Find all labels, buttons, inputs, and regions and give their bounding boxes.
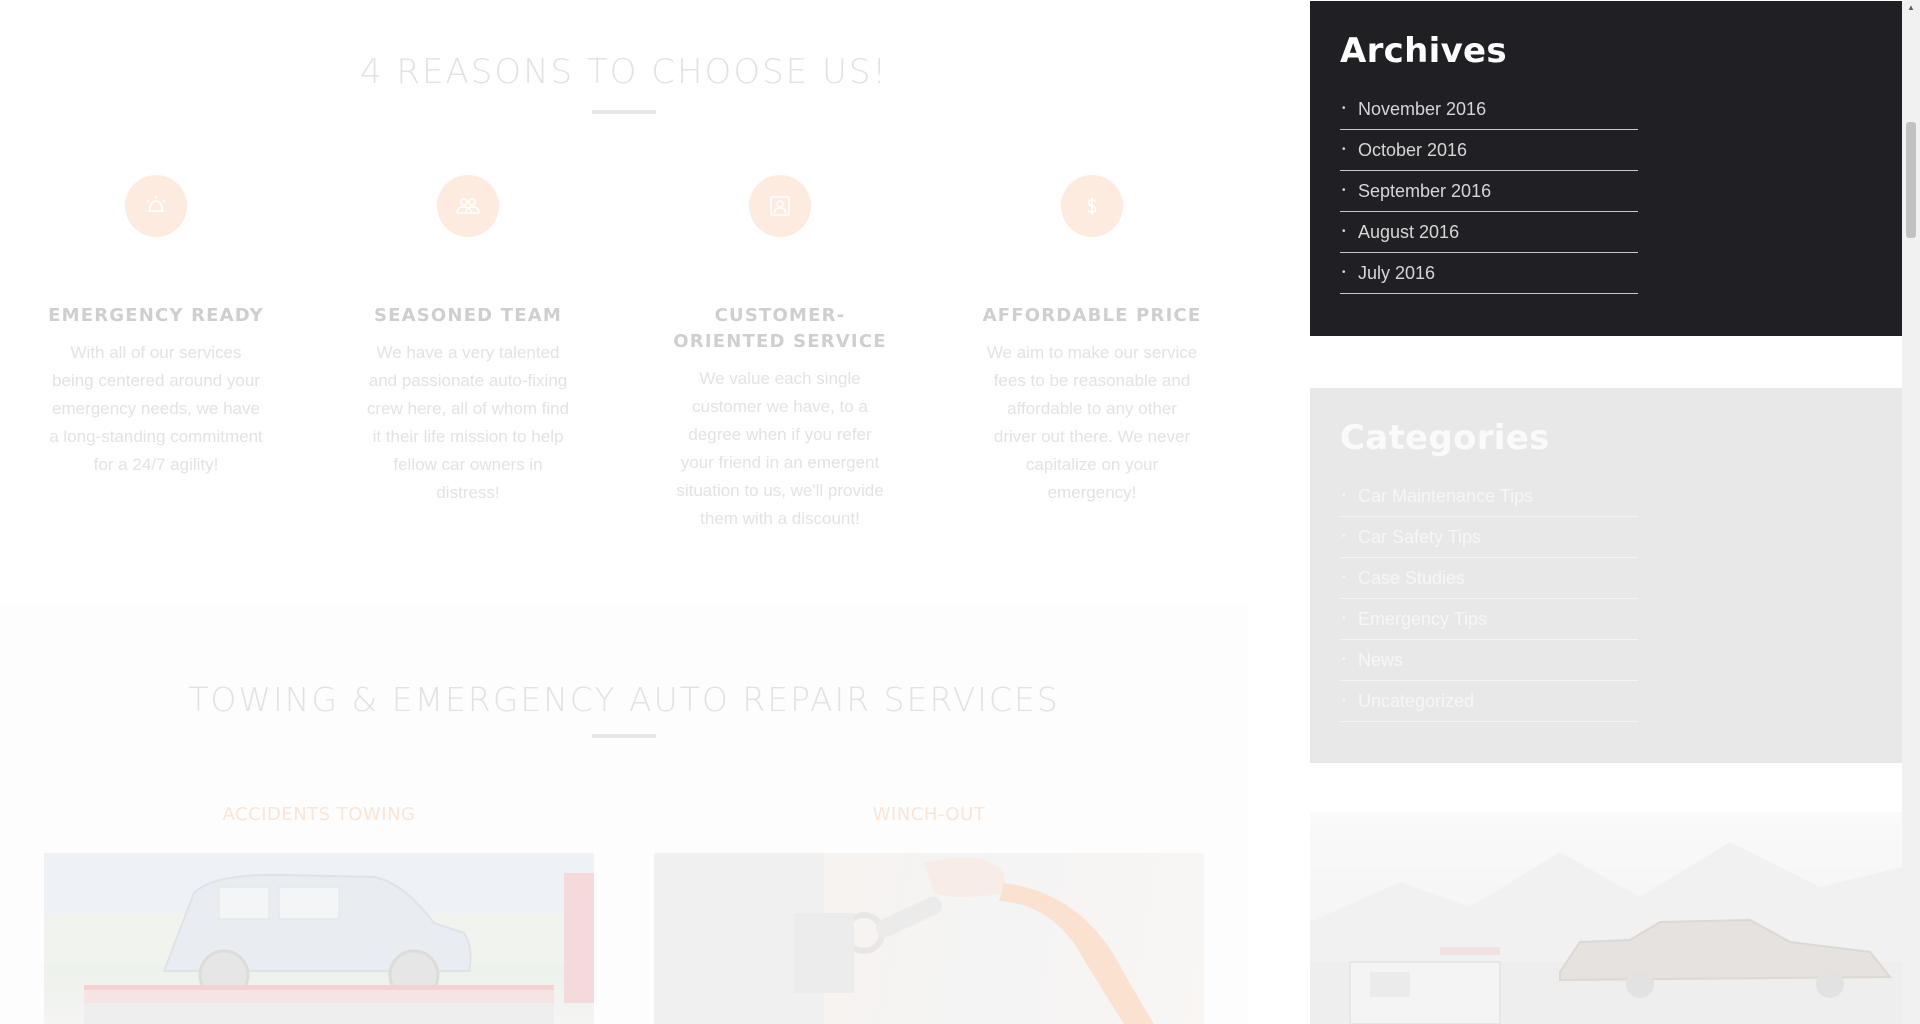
category-link[interactable]: • Car Maintenance Tips — [1340, 476, 1638, 517]
archive-link-label[interactable]: August 2016 — [1358, 222, 1459, 242]
service-link-winch-out[interactable]: WINCH-OUT — [654, 804, 1204, 825]
archive-link-label[interactable]: November 2016 — [1358, 99, 1486, 119]
tow-truck-banner-image[interactable] — [1310, 812, 1902, 1024]
reason-description: With all of our services being centered … — [49, 343, 263, 474]
scroll-up-arrow-icon[interactable]: ▲ — [1902, 0, 1920, 14]
category-link-label[interactable]: Uncategorized — [1358, 691, 1474, 711]
category-link-label[interactable]: Car Safety Tips — [1358, 527, 1481, 547]
reason-description: We have a very talented and passionate a… — [366, 343, 570, 502]
reason-card-emergency: EMERGENCY READY With all of our services… — [43, 175, 269, 479]
reason-title: SEASONED TEAM — [373, 305, 563, 326]
reasons-heading: 4 REASONS TO CHOOSE US! — [359, 52, 889, 92]
sidebar: Archives • November 2016 • October 2016 • S… — [1310, 0, 1902, 1024]
accidents-towing-image[interactable] — [44, 853, 594, 1024]
archives-widget: Archives • November 2016 • October 2016 • S… — [1310, 1, 1902, 336]
archives-title: Archives — [1340, 31, 1507, 71]
archive-link[interactable]: • October 2016 — [1340, 130, 1638, 171]
category-link[interactable]: • Uncategorized — [1340, 681, 1638, 722]
category-link-label[interactable]: Case Studies — [1358, 568, 1465, 588]
reason-title: EMERGENCY READY — [48, 305, 264, 326]
team-icon — [437, 175, 499, 237]
scrollbar-thumb[interactable] — [1906, 122, 1916, 238]
reason-title: AFFORDABLE PRICE — [982, 305, 1202, 326]
archive-link-label[interactable]: October 2016 — [1358, 140, 1467, 160]
customer-profile-icon — [749, 175, 811, 237]
archive-link[interactable]: • August 2016 — [1340, 212, 1638, 253]
bullet-icon: • — [1342, 654, 1346, 665]
archive-link[interactable]: • July 2016 — [1340, 253, 1638, 294]
reason-title: CUSTOMER-ORIENTED SERVICE — [673, 305, 887, 352]
category-link[interactable]: • Emergency Tips — [1340, 599, 1638, 640]
page-scrollbar[interactable]: ▲ — [1902, 0, 1920, 1024]
service-link-accidents-towing[interactable]: ACCIDENTS TOWING — [44, 804, 594, 825]
alarm-bell-icon — [125, 175, 187, 237]
reason-card-team: SEASONED TEAM We have a very talented an… — [355, 175, 581, 507]
archive-link[interactable]: • November 2016 — [1340, 89, 1638, 130]
bullet-icon: • — [1342, 103, 1346, 114]
reason-description: We value each single customer we have, t… — [676, 369, 884, 528]
dollar-icon — [1061, 175, 1123, 237]
bullet-icon: • — [1342, 613, 1346, 624]
archive-link-label[interactable]: September 2016 — [1358, 181, 1491, 201]
reasons-heading-divider — [592, 110, 656, 114]
services-heading: TOWING & EMERGENCY AUTO REPAIR SERVICES — [188, 680, 1060, 719]
reason-description: We aim to make our service fees to be re… — [986, 343, 1198, 502]
categories-title: Categories — [1340, 418, 1550, 458]
main-content: 4 REASONS TO CHOOSE US! EMERGENCY READY … — [0, 0, 1248, 1024]
bullet-icon: • — [1342, 695, 1346, 706]
archives-list: • November 2016 • October 2016 • September … — [1340, 89, 1638, 294]
services-heading-divider — [592, 734, 656, 738]
category-link[interactable]: • News — [1340, 640, 1638, 681]
categories-widget: Categories • Car Maintenance Tips • Car Sa… — [1310, 388, 1902, 763]
reason-card-price: AFFORDABLE PRICE We aim to make our serv… — [979, 175, 1205, 507]
category-link-label[interactable]: News — [1358, 650, 1403, 670]
category-link[interactable]: • Case Studies — [1340, 558, 1638, 599]
bullet-icon: • — [1342, 267, 1346, 278]
archive-link-label[interactable]: July 2016 — [1358, 263, 1435, 283]
bullet-icon: • — [1342, 490, 1346, 501]
bullet-icon: • — [1342, 572, 1346, 583]
category-link-label[interactable]: Car Maintenance Tips — [1358, 486, 1533, 506]
category-link[interactable]: • Car Safety Tips — [1340, 517, 1638, 558]
bullet-icon: • — [1342, 185, 1346, 196]
archive-link[interactable]: • September 2016 — [1340, 171, 1638, 212]
bullet-icon: • — [1342, 226, 1346, 237]
bullet-icon: • — [1342, 144, 1346, 155]
winch-out-image[interactable] — [654, 853, 1204, 1024]
bullet-icon: • — [1342, 531, 1346, 542]
categories-list: • Car Maintenance Tips • Car Safety Tips •… — [1340, 476, 1638, 722]
reason-card-customer: CUSTOMER-ORIENTED SERVICE We value each … — [667, 175, 893, 533]
category-link-label[interactable]: Emergency Tips — [1358, 609, 1487, 629]
